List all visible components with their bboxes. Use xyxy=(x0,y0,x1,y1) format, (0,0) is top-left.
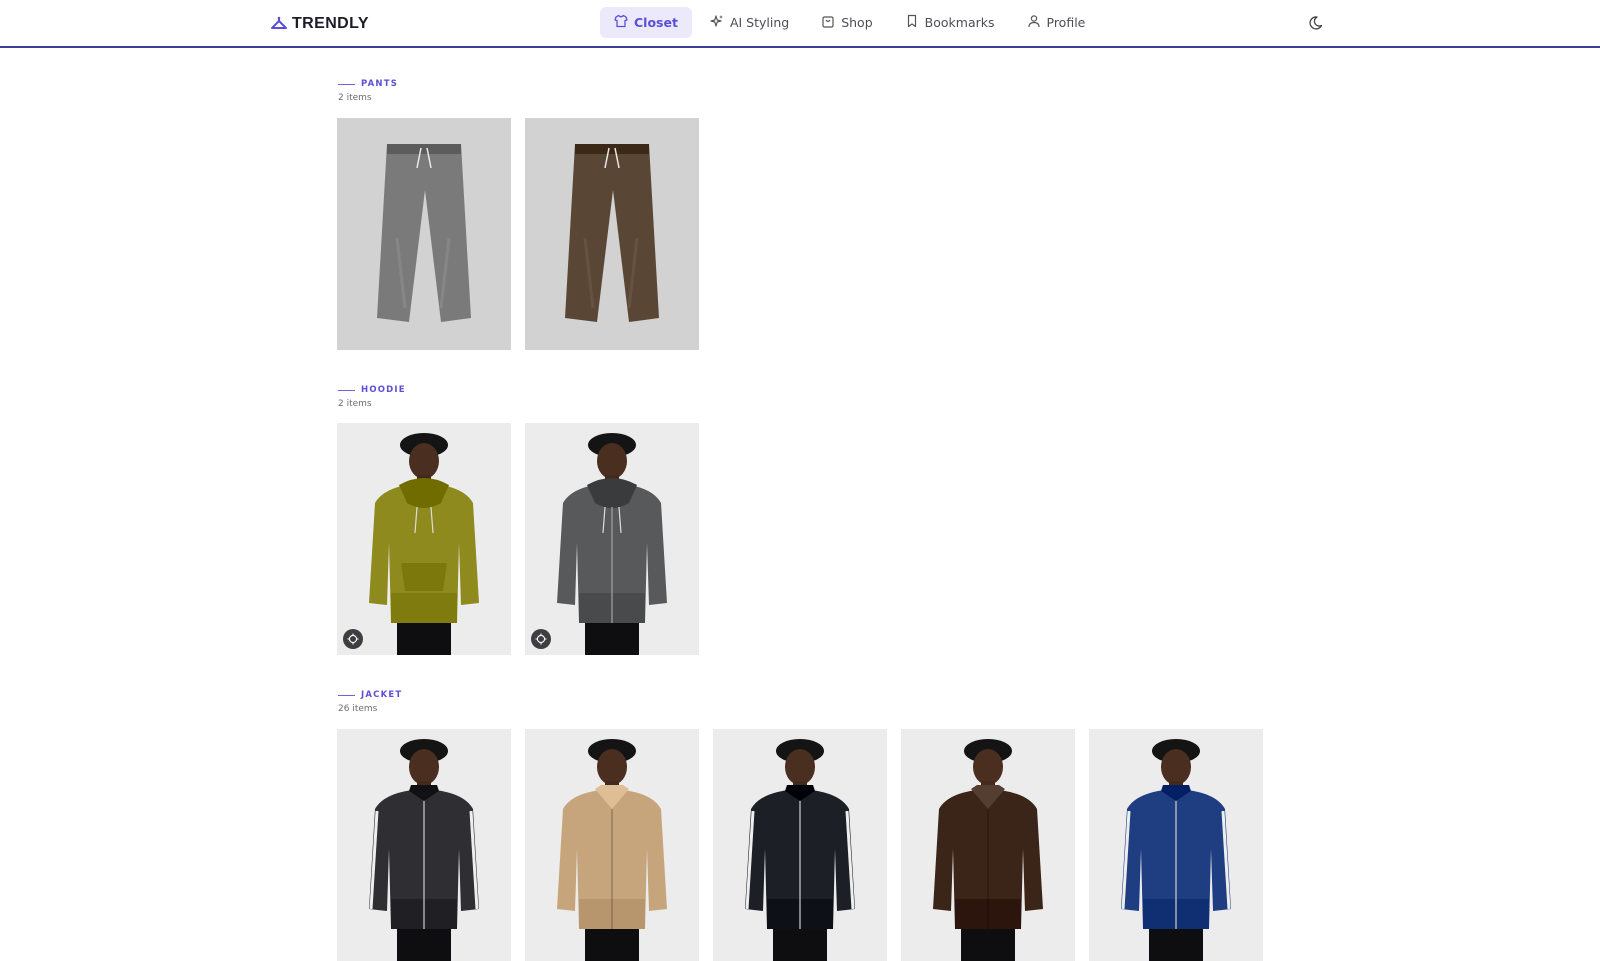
nav-bookmarks[interactable]: Bookmarks xyxy=(891,7,1009,38)
bookmark-icon xyxy=(905,14,919,31)
nav-ai-styling[interactable]: AI Styling xyxy=(696,7,803,38)
section-jacket: JACKET 26 items xyxy=(337,688,1263,961)
moon-icon xyxy=(1309,16,1327,36)
section-label: JACKET xyxy=(361,690,403,700)
nav-closet[interactable]: Closet xyxy=(600,7,692,38)
closet-item-card[interactable] xyxy=(337,118,511,350)
closet-item-card[interactable] xyxy=(1089,729,1263,961)
garment-image xyxy=(525,729,699,961)
try-on-badge[interactable] xyxy=(343,629,363,649)
nav-closet-label: Closet xyxy=(634,15,678,30)
nav-ai-styling-label: AI Styling xyxy=(729,15,790,30)
item-grid xyxy=(337,729,1263,961)
top-nav-bar: TRENDLY Closet AI Styling Shop Bookmarks xyxy=(0,0,1600,48)
item-count: 2 items xyxy=(338,399,372,409)
item-count: 26 items xyxy=(338,704,378,714)
section-title: PANTS xyxy=(338,77,398,91)
shopping-bag-icon xyxy=(821,14,835,31)
closet-item-card[interactable] xyxy=(901,729,1075,961)
hanger-icon xyxy=(270,15,288,34)
garment-image xyxy=(337,118,511,350)
nav-shop-label: Shop xyxy=(841,15,873,30)
item-count: 2 items xyxy=(338,93,372,103)
try-on-badge[interactable] xyxy=(531,629,551,649)
closet-item-card[interactable] xyxy=(713,729,887,961)
nav-profile[interactable]: Profile xyxy=(1013,7,1100,38)
garment-image xyxy=(525,118,699,350)
section-title: HOODIE xyxy=(338,383,406,397)
main-nav: Closet AI Styling Shop Bookmarks Profile xyxy=(600,7,1099,38)
nav-profile-label: Profile xyxy=(1046,15,1086,30)
title-rule xyxy=(338,694,355,696)
section-hoodie: HOODIE 2 items xyxy=(337,383,699,655)
garment-image xyxy=(337,423,511,655)
closet-item-card[interactable] xyxy=(337,729,511,961)
garment-image xyxy=(901,729,1075,961)
crosshair-icon xyxy=(347,633,359,645)
garment-image xyxy=(713,729,887,961)
theme-toggle-button[interactable] xyxy=(1309,14,1327,32)
crosshair-icon xyxy=(535,633,547,645)
garment-image xyxy=(337,729,511,961)
brand-name: TRENDLY xyxy=(292,15,369,32)
section-pants: PANTS 2 items xyxy=(337,77,699,350)
section-label: HOODIE xyxy=(361,385,406,395)
section-label: PANTS xyxy=(361,79,399,89)
section-title: JACKET xyxy=(338,688,402,702)
item-grid xyxy=(337,118,699,350)
shirt-icon xyxy=(614,14,628,31)
closet-item-card[interactable] xyxy=(525,118,699,350)
title-rule xyxy=(338,389,355,391)
item-grid xyxy=(337,423,699,655)
nav-shop[interactable]: Shop xyxy=(807,7,886,38)
garment-image xyxy=(1089,729,1263,961)
sparkles-icon xyxy=(710,14,724,31)
title-rule xyxy=(338,83,355,85)
nav-bookmarks-label: Bookmarks xyxy=(924,15,995,30)
closet-item-card[interactable] xyxy=(525,423,699,655)
closet-item-card[interactable] xyxy=(337,423,511,655)
garment-image xyxy=(525,423,699,655)
user-icon xyxy=(1027,14,1041,31)
closet-item-card[interactable] xyxy=(525,729,699,961)
brand-logo[interactable]: TRENDLY xyxy=(270,12,369,36)
